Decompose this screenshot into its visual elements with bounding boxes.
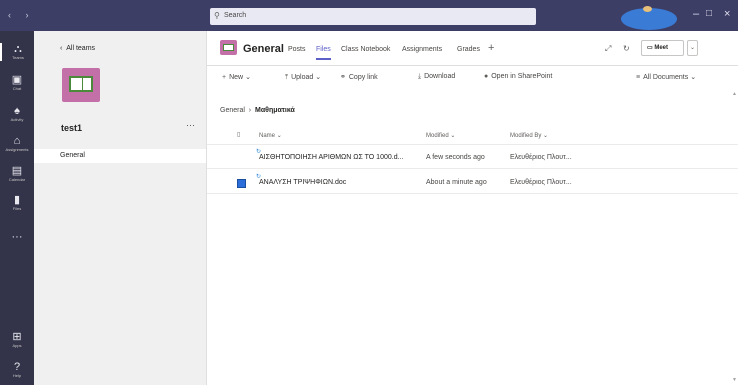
tab-posts[interactable]: Posts (288, 46, 306, 53)
rail-chat[interactable]: ▣ Chat (0, 74, 34, 92)
scroll-down-icon[interactable]: ▼ (732, 377, 737, 383)
tab-grades[interactable]: Grades (457, 46, 480, 53)
chevron-left-icon: ‹ (60, 45, 63, 52)
video-icon: ▭ (647, 45, 653, 51)
link-icon: ⚭ (340, 74, 346, 81)
column-modified[interactable]: Modified ⌄ (426, 132, 455, 139)
team-avatar (62, 68, 100, 102)
upload-icon: ⤒ (285, 74, 289, 81)
rail-more[interactable]: ··· (0, 231, 34, 243)
view-selector[interactable]: ≡ All Documents ⌄ (636, 73, 696, 81)
rail-apps[interactable]: ⊞ Apps (0, 331, 34, 349)
channel-team-icon (220, 40, 237, 55)
bell-icon: ♠ (14, 105, 20, 117)
rail-teams[interactable]: ⛬ Teams (0, 43, 34, 61)
rail-files[interactable]: ▮ Files (0, 194, 34, 212)
file-modified: A few seconds ago (426, 154, 485, 161)
breadcrumb-current: Μαθηματικά (255, 107, 295, 114)
title-bar: ‹ › ⚲ Search – □ × (0, 0, 738, 31)
rail-assignments[interactable]: ⌂ Assignments (0, 135, 34, 153)
app-rail: ⛬ Teams ▣ Chat ♠ Activity ⌂ Assignments ▤ Cal… (0, 31, 34, 385)
more-apps-icon: ··· (11, 231, 23, 243)
column-name[interactable]: Name ⌄ (259, 132, 282, 139)
download-icon: ⤓ (418, 73, 422, 80)
files-toolbar: + New ⌄ ⤒ Upload ⌄ ⚭ Copy link ⤓ Download ● O… (207, 67, 738, 89)
chevron-down-icon: ⌄ (245, 74, 251, 81)
search-icon: ⚲ (214, 11, 220, 20)
file-name[interactable]: ΑΝΑΛΥΣΗ ΤΡΙΨΗΦΙΩΝ.doc (259, 179, 346, 186)
tab-class-notebook[interactable]: Class Notebook (341, 46, 390, 53)
main-content: General Posts Files Class Notebook Assig… (207, 31, 738, 385)
search-placeholder: Search (224, 12, 247, 19)
breadcrumb: General › Μαθηματικά (220, 107, 295, 114)
history-nav[interactable]: ‹ › (8, 10, 35, 20)
minimize-button[interactable]: – (693, 8, 699, 20)
channel-header: General Posts Files Class Notebook Assig… (207, 31, 738, 66)
all-teams-link[interactable]: ‹ All teams (60, 45, 95, 52)
chat-icon: ▣ (11, 74, 23, 86)
teams-icon: ⛬ (14, 43, 22, 55)
meet-dropdown[interactable]: ⌄ (687, 40, 698, 56)
row-checkbox[interactable] (237, 179, 246, 188)
list-icon: ≡ (636, 74, 641, 81)
scroll-up-icon[interactable]: ▲ (732, 91, 737, 97)
column-header-row: ▯ Name ⌄ Modified ⌄ Modified By ⌄ (207, 126, 738, 145)
scrollbar[interactable]: ▲ ▼ (732, 91, 738, 385)
upload-button[interactable]: ⤒ Upload ⌄ (285, 73, 321, 82)
chevron-down-icon: ⌄ (689, 45, 696, 51)
files-icon: ▮ (13, 194, 21, 206)
calendar-icon: ▤ (11, 165, 23, 177)
chevron-down-icon: ⌄ (690, 74, 697, 81)
meet-button[interactable]: ▭ Meet (641, 40, 684, 56)
column-modified-by[interactable]: Modified By ⌄ (510, 132, 548, 139)
channel-title: General (243, 43, 284, 55)
rail-calendar[interactable]: ▤ Calendar (0, 165, 34, 183)
chevron-down-icon: ⌄ (543, 133, 549, 139)
file-modified: About a minute ago (426, 179, 487, 186)
tab-assignments[interactable]: Assignments (402, 46, 442, 53)
chevron-down-icon: ⌄ (276, 133, 282, 139)
add-tab-button[interactable]: + (488, 42, 494, 54)
avatar[interactable] (621, 6, 677, 30)
file-name[interactable]: ΑΙΣΘΗΤΟΠΟΙΗΣΗ ΑΡΙΘΜΩΝ ΩΣ ΤΟ 1000.d... (259, 154, 403, 161)
file-type-header-icon[interactable]: ▯ (237, 131, 240, 138)
chevron-down-icon: ⌄ (315, 74, 322, 81)
file-modified-by: Ελευθέριος Πλουτ... (510, 179, 572, 186)
close-button[interactable]: × (724, 8, 730, 20)
file-modified-by: Ελευθέριος Πλουτ... (510, 154, 572, 161)
plus-icon: + (222, 74, 227, 81)
tab-files[interactable]: Files (316, 46, 331, 60)
book-icon (69, 76, 93, 92)
table-row[interactable]: ↻ ΑΝΑΛΥΣΗ ΤΡΙΨΗΦΙΩΝ.doc About a minute a… (207, 171, 738, 194)
rail-activity[interactable]: ♠ Activity (0, 105, 34, 123)
team-more-icon[interactable]: ··· (186, 120, 195, 130)
breadcrumb-parent[interactable]: General (220, 107, 245, 114)
team-name: test1 (61, 123, 83, 133)
new-button[interactable]: + New ⌄ (222, 73, 251, 81)
channel-item-general[interactable]: General (34, 149, 206, 163)
open-sharepoint-button[interactable]: ● Open in SharePoint (484, 73, 552, 80)
sharepoint-icon: ● (484, 73, 489, 80)
rail-help[interactable]: ? Help (0, 361, 34, 379)
presence-dot (643, 6, 652, 12)
search-input[interactable]: ⚲ Search (210, 8, 536, 25)
maximize-button[interactable]: □ (706, 8, 712, 19)
expand-icon[interactable]: ⤢ (605, 44, 611, 54)
help-icon: ? (13, 361, 21, 373)
chevron-down-icon: ⌄ (450, 133, 456, 139)
copy-link-button[interactable]: ⚭ Copy link (340, 73, 378, 81)
team-pane: ‹ All teams test1 ··· General (34, 31, 207, 385)
refresh-icon[interactable]: ↻ (623, 44, 630, 53)
download-button[interactable]: ⤓ Download (418, 73, 455, 81)
apps-icon: ⊞ (12, 331, 22, 343)
chevron-right-icon: › (248, 107, 252, 114)
assignments-icon: ⌂ (13, 135, 21, 147)
book-icon (223, 44, 234, 51)
table-row[interactable]: ↻ ΑΙΣΘΗΤΟΠΟΙΗΣΗ ΑΡΙΘΜΩΝ ΩΣ ΤΟ 1000.d... … (207, 146, 738, 169)
